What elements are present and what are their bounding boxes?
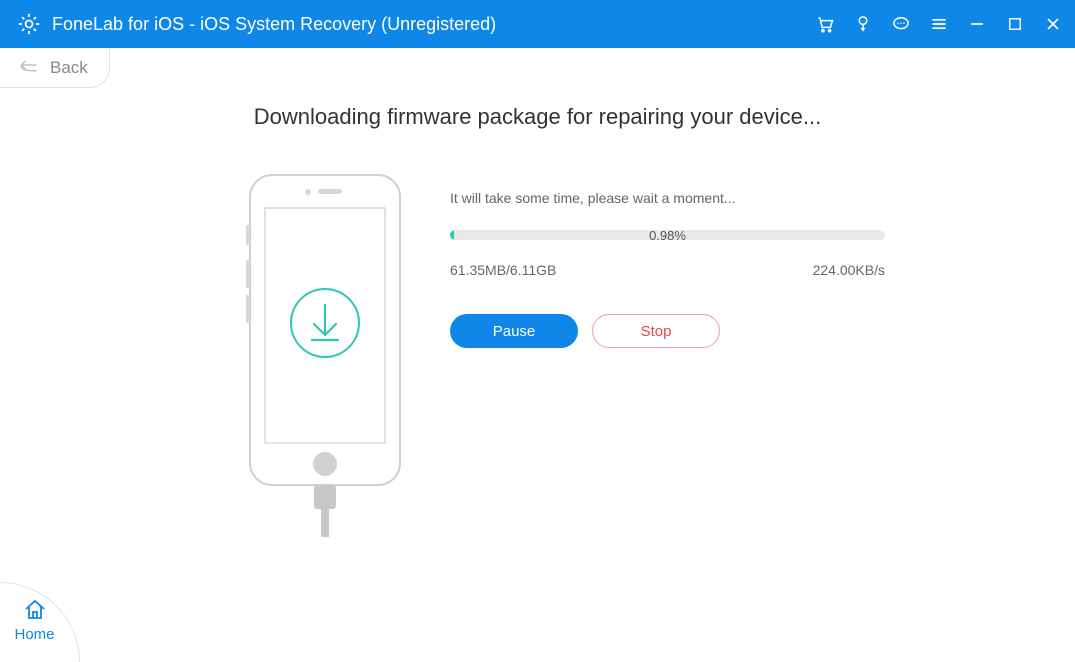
app-gear-icon	[16, 11, 42, 37]
download-info: It will take some time, please wait a mo…	[420, 170, 1075, 540]
chat-icon[interactable]	[889, 12, 913, 36]
wait-text: It will take some time, please wait a mo…	[450, 190, 885, 206]
key-icon[interactable]	[851, 12, 875, 36]
window-title: FoneLab for iOS - iOS System Recovery (U…	[52, 14, 496, 35]
progress-fill	[450, 230, 454, 240]
download-speed: 224.00KB/s	[813, 262, 885, 278]
progress-bar	[450, 230, 885, 240]
cart-icon[interactable]	[813, 12, 837, 36]
stop-button[interactable]: Stop	[592, 314, 720, 348]
menu-icon[interactable]	[927, 12, 951, 36]
titlebar-actions	[813, 12, 1065, 36]
close-icon[interactable]	[1041, 12, 1065, 36]
home-label: Home	[14, 626, 54, 643]
downloaded-size: 61.35MB/6.11GB	[450, 262, 556, 278]
titlebar: FoneLab for iOS - iOS System Recovery (U…	[0, 0, 1075, 48]
progress-bar-container: 0.98%	[450, 230, 885, 240]
phone-illustration	[230, 170, 420, 540]
minimize-icon[interactable]	[965, 12, 989, 36]
pause-button[interactable]: Pause	[450, 314, 578, 348]
page-heading: Downloading firmware package for repairi…	[0, 104, 1075, 130]
app-window: FoneLab for iOS - iOS System Recovery (U…	[0, 0, 1075, 662]
home-icon	[23, 598, 47, 624]
maximize-icon[interactable]	[1003, 12, 1027, 36]
main-content: Downloading firmware package for repairi…	[0, 48, 1075, 662]
